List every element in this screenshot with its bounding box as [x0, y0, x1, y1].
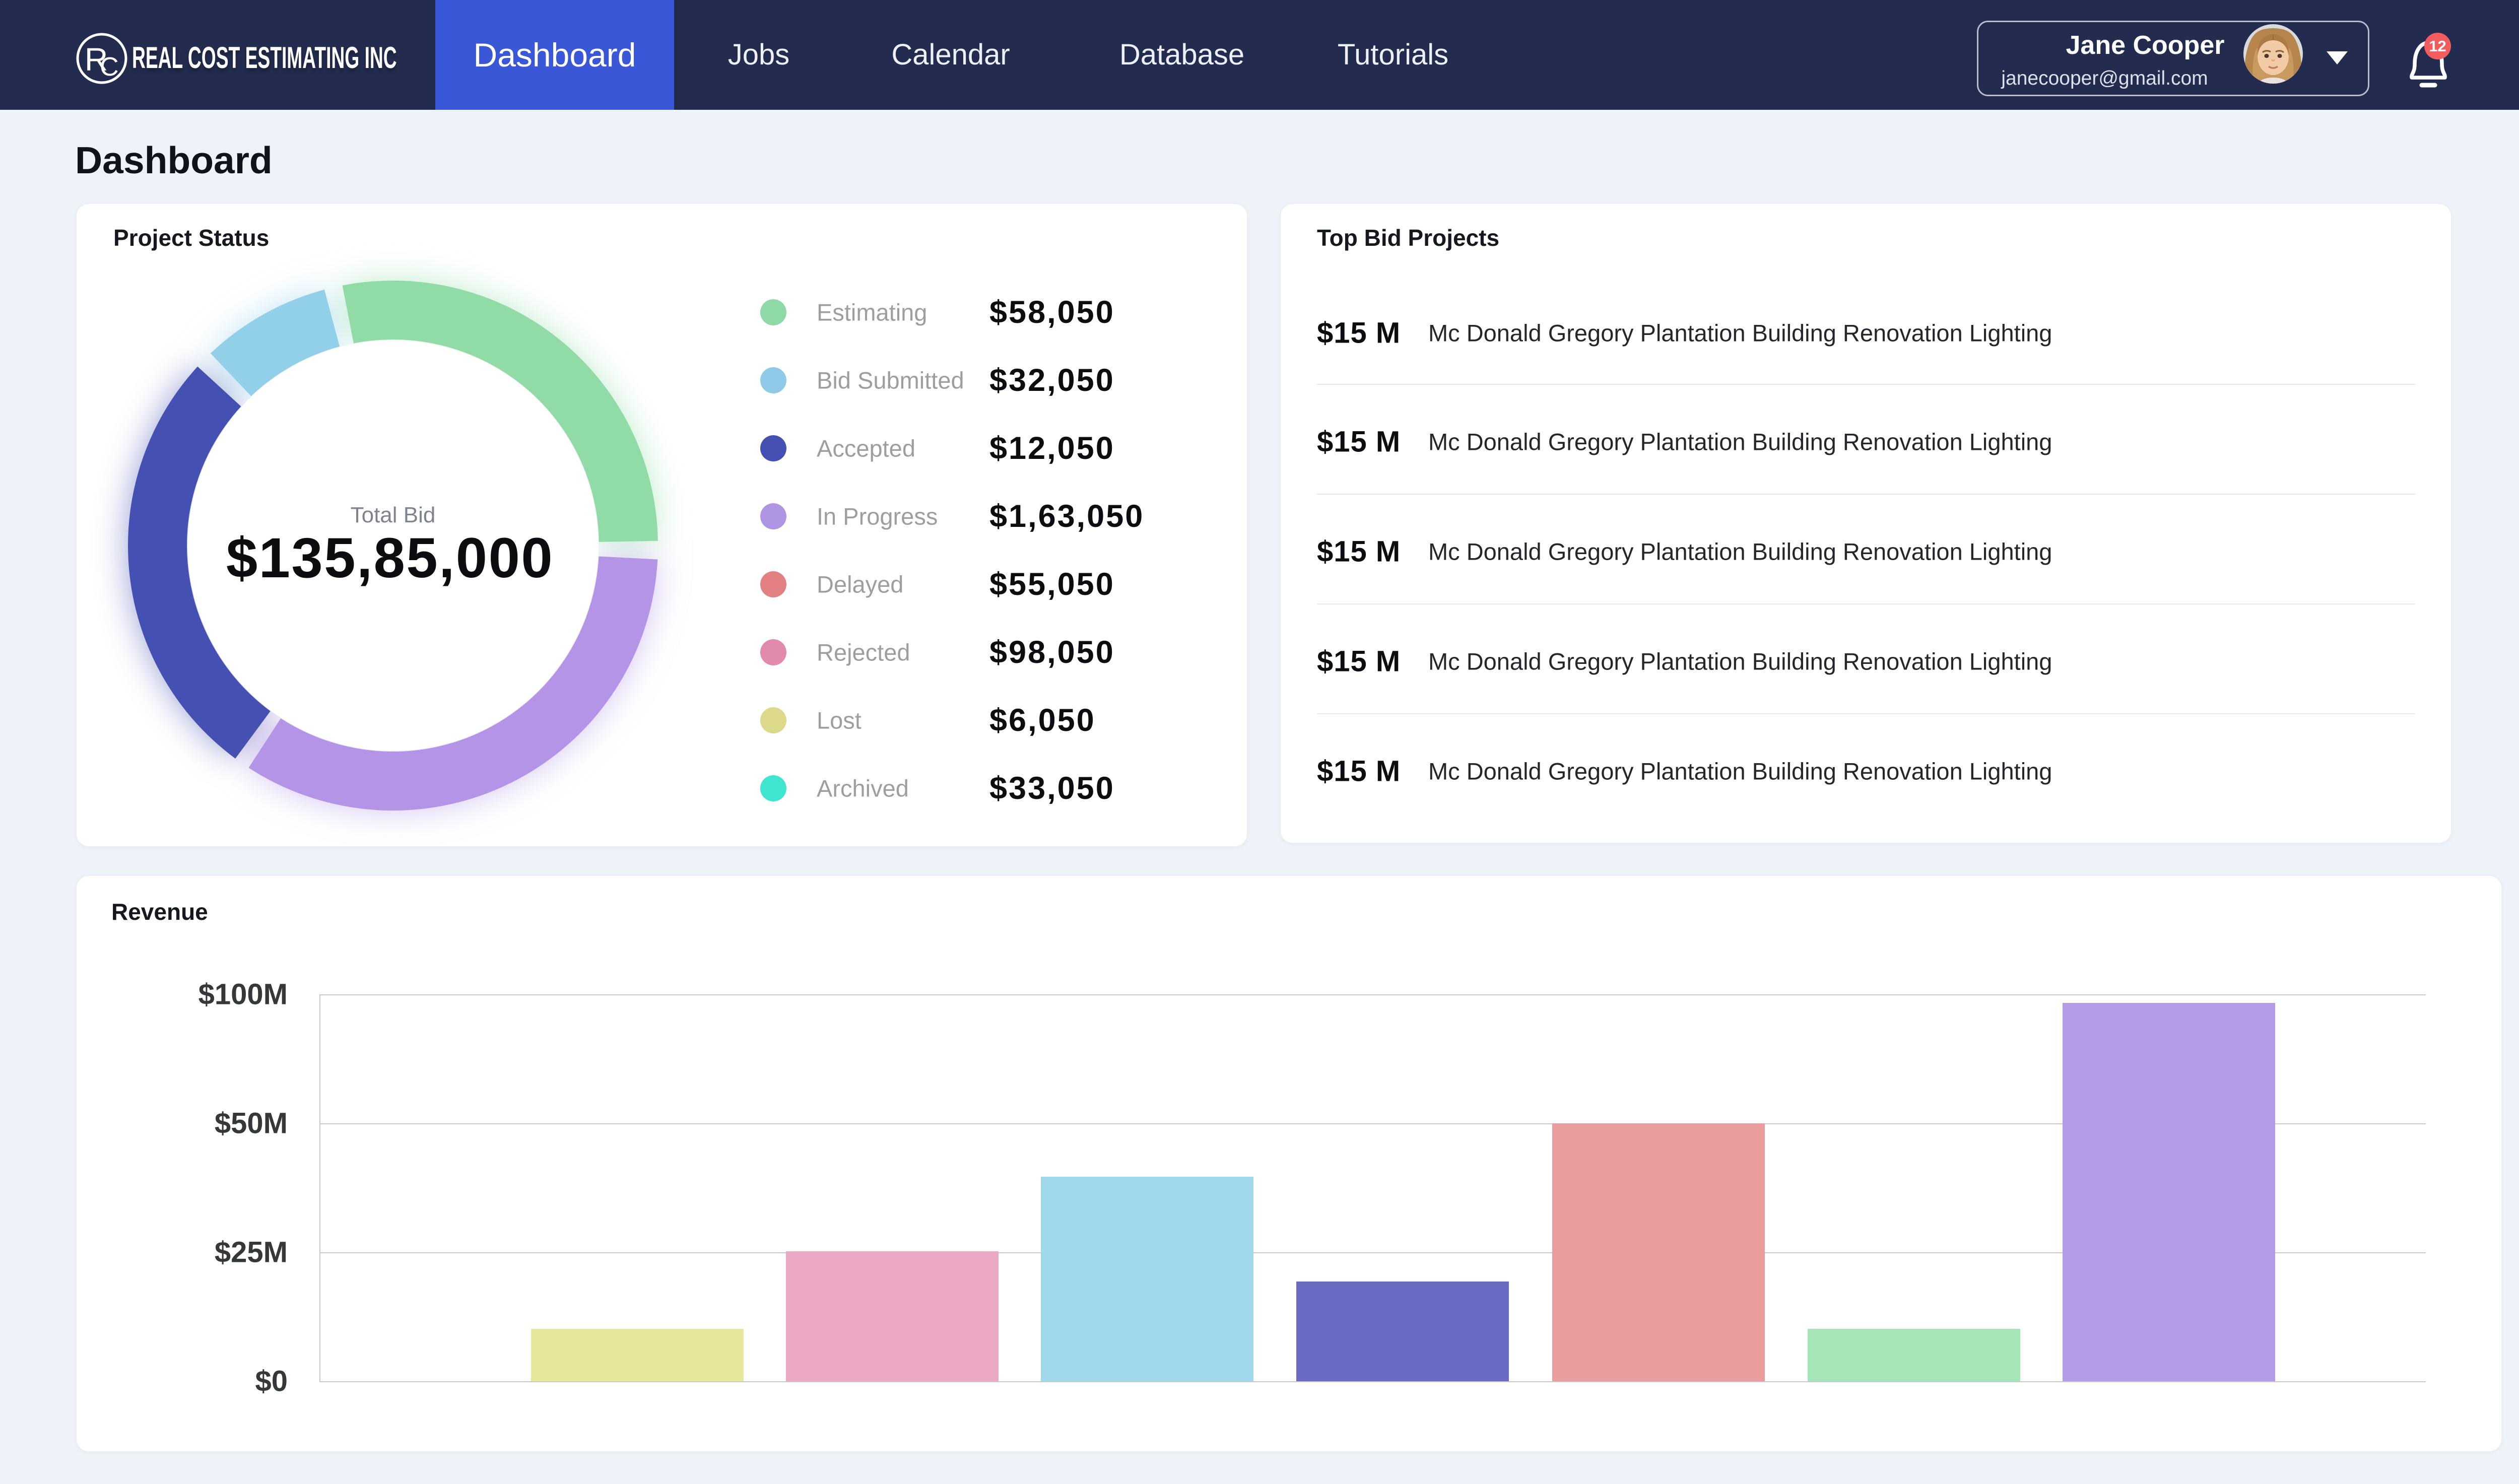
svg-text:C: C: [100, 52, 119, 82]
svg-text:Total Bid: Total Bid: [351, 503, 436, 527]
svg-text:$135,85,000: $135,85,000: [226, 526, 554, 589]
